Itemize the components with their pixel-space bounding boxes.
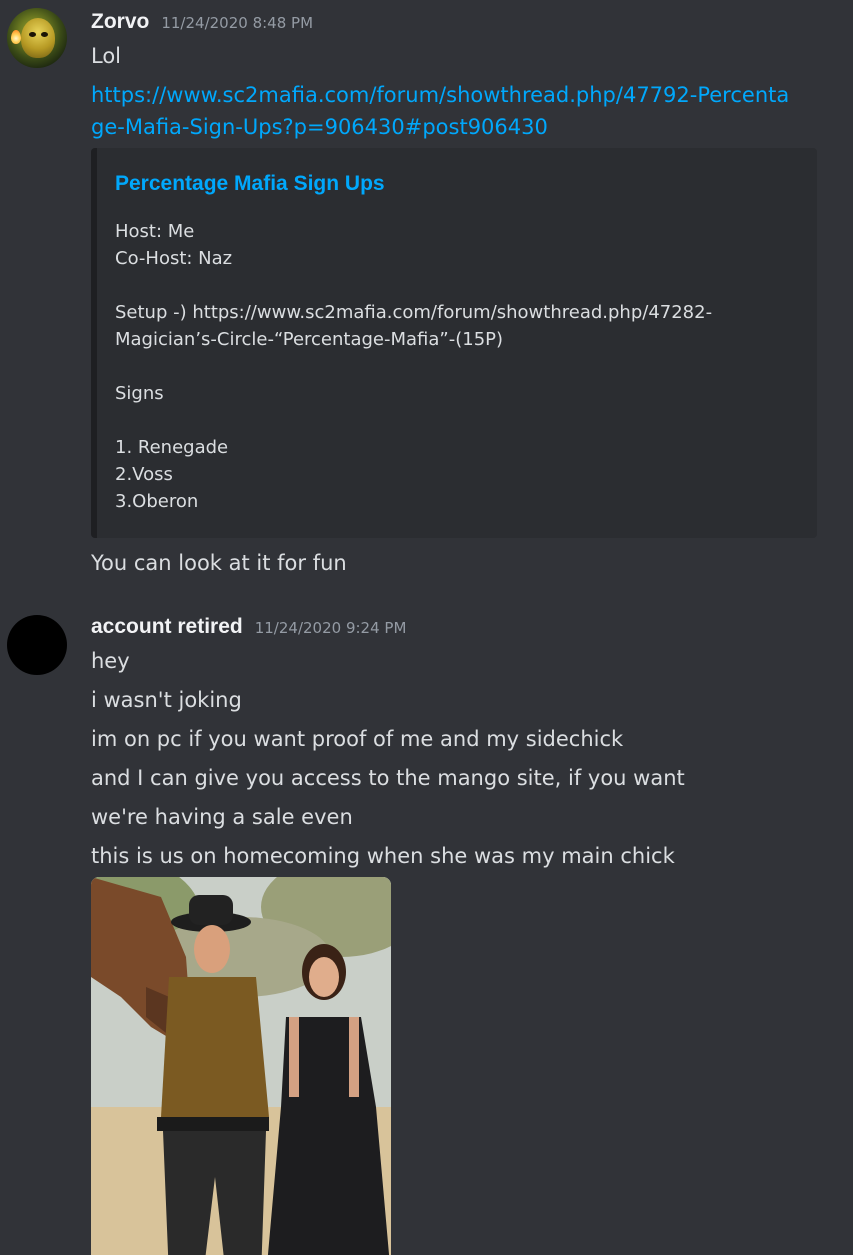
message-text: and I can give you access to the mango s…	[91, 766, 685, 790]
embed-description-line	[115, 272, 805, 299]
avatar-zorvo[interactable]	[7, 8, 67, 68]
embed-description-line	[115, 353, 805, 380]
embed-description-line: 2.Voss	[115, 464, 173, 485]
message-text: we're having a sale even	[91, 805, 353, 829]
embed-description-line: Magician’s-Circle-“Percentage-Mafia”-(15…	[115, 329, 504, 350]
embed-description-line	[115, 407, 805, 434]
username[interactable]: Zorvo	[91, 10, 149, 34]
username[interactable]: account retired	[91, 615, 243, 639]
lantern-flame-icon	[11, 30, 21, 44]
embed-description-line: 1. Renegade	[115, 437, 229, 458]
embed-description: Host: Me Co-Host: Naz Setup -) https://w…	[115, 218, 805, 515]
embed-description-line: Host: Me	[115, 221, 195, 242]
message-link[interactable]: https://www.sc2mafia.com/forum/showthrea…	[91, 79, 791, 143]
embed-description-line: Setup -) https://www.sc2mafia.com/forum/…	[115, 302, 713, 323]
timestamp: 11/24/2020 9:24 PM	[254, 619, 407, 637]
message-text: Lol	[91, 44, 122, 68]
mask-icon	[21, 18, 55, 58]
photo-illustration	[91, 877, 391, 1255]
chat-log: Zorvo 11/24/2020 8:48 PM Lol https://www…	[0, 0, 853, 1255]
message-header: Zorvo 11/24/2020 8:48 PM	[91, 10, 313, 34]
avatar-account-retired[interactable]	[7, 615, 67, 675]
message-text: i wasn't joking	[91, 688, 242, 712]
embed-title[interactable]: Percentage Mafia Sign Ups	[115, 172, 385, 196]
embed-description-line: 3.Oberon	[115, 491, 199, 512]
message-header: account retired 11/24/2020 9:24 PM	[91, 615, 406, 639]
embed-description-line: Co-Host: Naz	[115, 248, 233, 269]
message-text: hey	[91, 649, 130, 673]
timestamp: 11/24/2020 8:48 PM	[161, 14, 314, 32]
embed-description-line: Signs	[115, 383, 164, 404]
message-text: this is us on homecoming when she was my…	[91, 844, 675, 868]
message-text: im on pc if you want proof of me and my …	[91, 727, 624, 751]
message-text: You can look at it for fun	[91, 551, 347, 575]
image-attachment[interactable]	[91, 877, 391, 1255]
link-embed: Percentage Mafia Sign Ups Host: Me Co-Ho…	[91, 148, 817, 538]
